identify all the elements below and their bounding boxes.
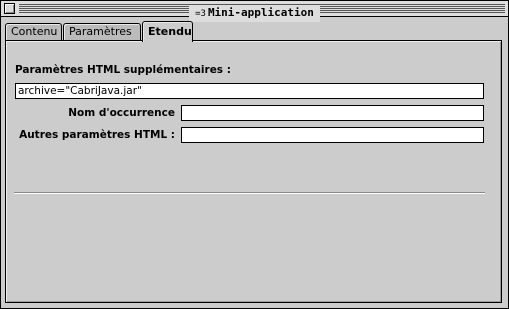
- window-title: =3 Mini-application: [189, 5, 320, 22]
- applet-icon: =3: [195, 9, 206, 19]
- html-params-label: Paramètres HTML supplémentaires :: [15, 64, 231, 76]
- tab-panel-etendu: [5, 40, 502, 303]
- tab-etendu[interactable]: Etendu: [142, 21, 193, 42]
- occurrence-name-input[interactable]: [181, 105, 484, 121]
- divider: [14, 192, 485, 194]
- tab-parametres[interactable]: Paramètres: [63, 23, 141, 40]
- other-html-params-label: Autres paramètres HTML :: [19, 129, 175, 141]
- occurrence-name-label: Nom d'occurrence: [68, 107, 175, 119]
- other-html-params-input[interactable]: [181, 127, 484, 143]
- window-title-label: Mini-application: [207, 6, 314, 19]
- window: =3 Mini-application Contenu Paramètres Et…: [0, 0, 509, 309]
- tab-contenu[interactable]: Contenu: [5, 23, 62, 40]
- html-params-input[interactable]: archive="CabriJava.jar": [15, 83, 484, 99]
- title-bar[interactable]: =3 Mini-application: [1, 1, 508, 22]
- title-wrap: =3 Mini-application: [1, 1, 508, 22]
